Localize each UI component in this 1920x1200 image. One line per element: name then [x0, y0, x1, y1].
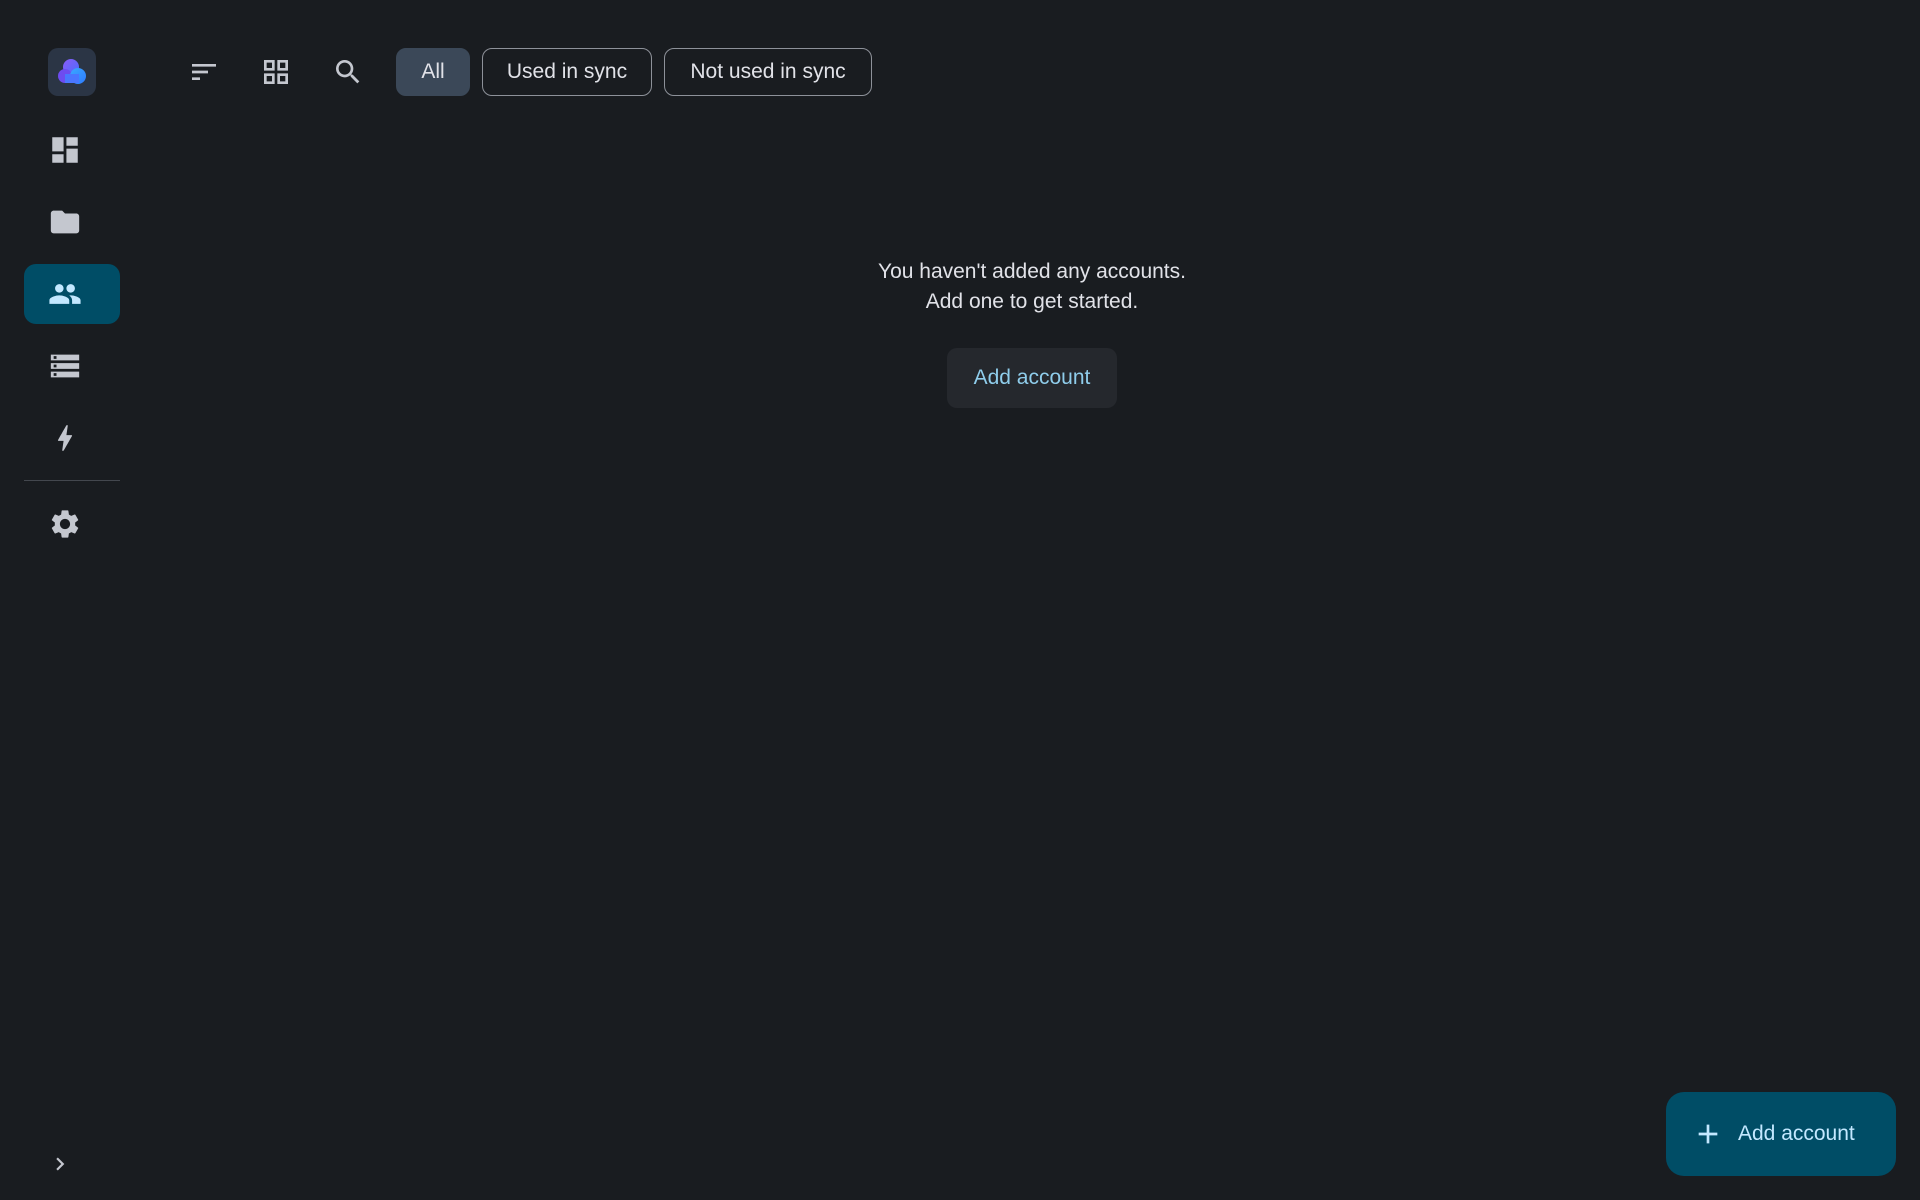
cloud-logo-icon: [58, 59, 86, 84]
storage-icon: [50, 354, 80, 378]
search-button[interactable]: [324, 48, 372, 96]
add-account-button[interactable]: Add account: [947, 348, 1117, 408]
sidebar-item-dashboard[interactable]: [24, 120, 120, 180]
app-window: All Used in sync Not used in sync You ha…: [0, 0, 1920, 1200]
grid-view-icon: [264, 60, 288, 84]
sidebar-item-files[interactable]: [24, 192, 120, 252]
sidebar-item-accounts[interactable]: [24, 264, 120, 324]
plus-icon: [1698, 1124, 1718, 1144]
empty-state-message: You haven't added any accounts.: [878, 260, 1186, 283]
expand-sidebar-button[interactable]: [44, 1148, 76, 1180]
sidebar-item-jobs[interactable]: [24, 408, 120, 468]
grid-view-button[interactable]: [252, 48, 300, 96]
gear-icon: [51, 510, 79, 538]
lightning-icon: [57, 425, 73, 451]
empty-state-hint: Add one to get started.: [925, 290, 1139, 313]
people-icon: [49, 284, 81, 304]
app-logo[interactable]: [48, 48, 96, 96]
filter-chip-not-used-in-sync[interactable]: Not used in sync: [664, 48, 872, 96]
sidebar: [0, 0, 144, 1200]
fab-label: Add account: [1738, 1122, 1855, 1145]
filter-chip-all[interactable]: All: [396, 48, 470, 96]
dashboard-icon: [52, 137, 78, 163]
filter-chip-used-in-sync[interactable]: Used in sync: [482, 48, 652, 96]
sidebar-item-storage[interactable]: [24, 336, 120, 396]
sidebar-item-settings[interactable]: [24, 494, 120, 554]
search-icon: [336, 60, 360, 84]
chevron-right-icon: [56, 1157, 65, 1171]
folder-icon: [50, 210, 80, 234]
add-account-fab[interactable]: Add account: [1666, 1092, 1896, 1176]
sidebar-divider: [24, 480, 120, 481]
sort-button[interactable]: [180, 48, 228, 96]
sort-icon: [192, 64, 216, 80]
